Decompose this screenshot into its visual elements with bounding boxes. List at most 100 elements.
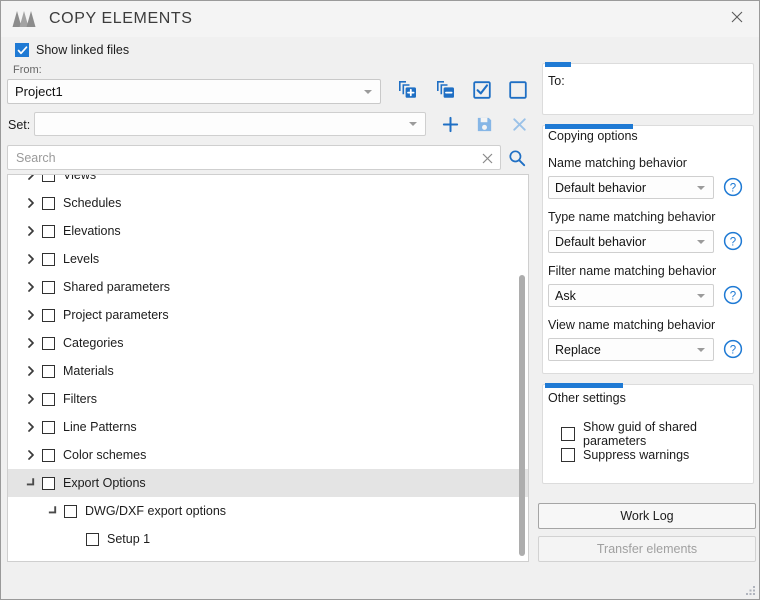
tree-row[interactable]: Filters (8, 385, 528, 413)
chevron-right-icon[interactable] (20, 357, 42, 385)
name-matching-label: Name matching behavior (548, 156, 687, 170)
add-button[interactable] (437, 111, 463, 137)
type-name-matching-label: Type name matching behavior (548, 210, 716, 224)
suppress-warnings-checkbox[interactable]: Suppress warnings (553, 448, 689, 462)
tree-item-label: Filters (63, 392, 98, 406)
save-button[interactable] (471, 111, 497, 137)
tree-item-label: Views (63, 174, 97, 182)
tree-row[interactable]: Shared parameters (8, 273, 528, 301)
chevron-right-icon[interactable] (20, 245, 42, 273)
show-guid-checkbox[interactable]: Show guid of shared parameters (553, 420, 759, 448)
svg-text:?: ? (730, 236, 736, 248)
view-name-matching-label: View name matching behavior (548, 318, 716, 332)
tree-item-checkbox[interactable] (42, 364, 55, 378)
filter-name-matching-label: Filter name matching behavior (548, 264, 717, 278)
other-settings-title: Other settings (548, 391, 626, 405)
tree-scrollbar-thumb[interactable] (519, 275, 525, 556)
add-set-button[interactable] (392, 75, 422, 105)
search-button[interactable] (506, 147, 528, 169)
chevron-right-icon[interactable] (20, 441, 42, 469)
chevron-right-icon[interactable] (20, 273, 42, 301)
to-label: To: (548, 74, 565, 88)
tree-item-checkbox[interactable] (64, 504, 77, 518)
chevron-right-icon[interactable] (20, 385, 42, 413)
tree-item-checkbox[interactable] (42, 280, 55, 294)
tree-item-label: Levels (63, 252, 100, 266)
tree-item-checkbox[interactable] (42, 420, 55, 434)
transfer-elements-button[interactable]: Transfer elements (538, 536, 756, 562)
tree-row[interactable]: Project parameters (8, 301, 528, 329)
uncheck-all-button[interactable] (503, 75, 533, 105)
chevron-right-icon[interactable] (20, 189, 42, 217)
clear-search-button[interactable] (479, 150, 495, 166)
check-all-icon (473, 81, 491, 99)
tree-item-label: Color schemes (63, 448, 147, 462)
tree-item-label: Elevations (63, 224, 121, 238)
mountains-logo-icon (12, 11, 36, 27)
search-icon (509, 150, 526, 167)
to-panel (542, 62, 754, 115)
chevron-down-icon (697, 293, 705, 298)
tree-item-checkbox[interactable] (42, 476, 55, 490)
tree-item-checkbox[interactable] (42, 224, 55, 238)
close-button[interactable] (715, 1, 759, 33)
tree-row[interactable]: Schedules (8, 189, 528, 217)
view-name-matching-value: Replace (555, 342, 601, 357)
tree-item-label: Setup 1 (107, 532, 151, 546)
from-label: From: (13, 64, 42, 76)
filter-name-matching-help-button[interactable]: ? (723, 285, 743, 305)
tree-row[interactable]: Export Options (8, 469, 528, 497)
check-all-button[interactable] (467, 75, 497, 105)
tree-row[interactable]: Categories (8, 329, 528, 357)
name-matching-value: Default behavior (555, 180, 647, 195)
elbow-expanded-icon[interactable] (42, 497, 64, 525)
tree-item-checkbox[interactable] (42, 175, 55, 182)
elements-tree-panel[interactable]: Views Schedules Elevations Levels Shared par… (7, 174, 529, 562)
tree-row[interactable]: Color schemes (8, 441, 528, 469)
search-input[interactable]: Search (7, 145, 501, 170)
tree-row[interactable]: Setup 1 (8, 525, 528, 553)
remove-set-button[interactable] (430, 75, 460, 105)
view-name-matching-dropdown[interactable]: Replace (548, 338, 714, 361)
copy-remove-icon (437, 81, 454, 98)
plus-icon (442, 116, 458, 132)
chevron-right-icon[interactable] (20, 175, 42, 189)
chevron-down-icon (364, 89, 372, 94)
name-matching-dropdown[interactable]: Default behavior (548, 176, 714, 199)
tree-item-checkbox[interactable] (42, 392, 55, 406)
view-name-matching-help-button[interactable]: ? (723, 339, 743, 359)
tree-row[interactable]: Views (8, 174, 528, 189)
search-placeholder: Search (16, 150, 56, 165)
tree-item-checkbox[interactable] (42, 196, 55, 210)
from-project-dropdown[interactable]: Project1 (7, 79, 381, 104)
tree-row[interactable]: Elevations (8, 217, 528, 245)
chevron-right-icon[interactable] (20, 301, 42, 329)
show-linked-files-checkbox[interactable]: Show linked files (8, 41, 129, 59)
elbow-expanded-icon[interactable] (20, 469, 42, 497)
panel-accent-tab (545, 383, 623, 388)
chevron-right-icon[interactable] (20, 329, 42, 357)
page-title: COPY ELEMENTS (49, 10, 193, 27)
tree-row[interactable]: DWG/DXF export options (8, 497, 528, 525)
delete-button[interactable] (506, 111, 532, 137)
tree-item-checkbox[interactable] (42, 308, 55, 322)
tree-row[interactable]: Line Patterns (8, 413, 528, 441)
tree-item-checkbox[interactable] (42, 252, 55, 266)
tree-item-checkbox[interactable] (42, 336, 55, 350)
set-dropdown[interactable] (34, 112, 426, 136)
tree-row[interactable]: Materials (8, 357, 528, 385)
work-log-button[interactable]: Work Log (538, 503, 756, 529)
resize-grip-icon[interactable] (744, 584, 756, 596)
type-name-matching-dropdown[interactable]: Default behavior (548, 230, 714, 253)
type-name-matching-help-button[interactable]: ? (723, 231, 743, 251)
show-guid-label: Show guid of shared parameters (583, 420, 697, 448)
filter-name-matching-dropdown[interactable]: Ask (548, 284, 714, 307)
title-bar: COPY ELEMENTS (1, 1, 759, 37)
chevron-right-icon[interactable] (20, 217, 42, 245)
chevron-right-icon[interactable] (20, 413, 42, 441)
tree-item-checkbox[interactable] (86, 532, 99, 546)
tree-item-checkbox[interactable] (42, 448, 55, 462)
name-matching-help-button[interactable]: ? (723, 177, 743, 197)
tree-row[interactable]: Levels (8, 245, 528, 273)
